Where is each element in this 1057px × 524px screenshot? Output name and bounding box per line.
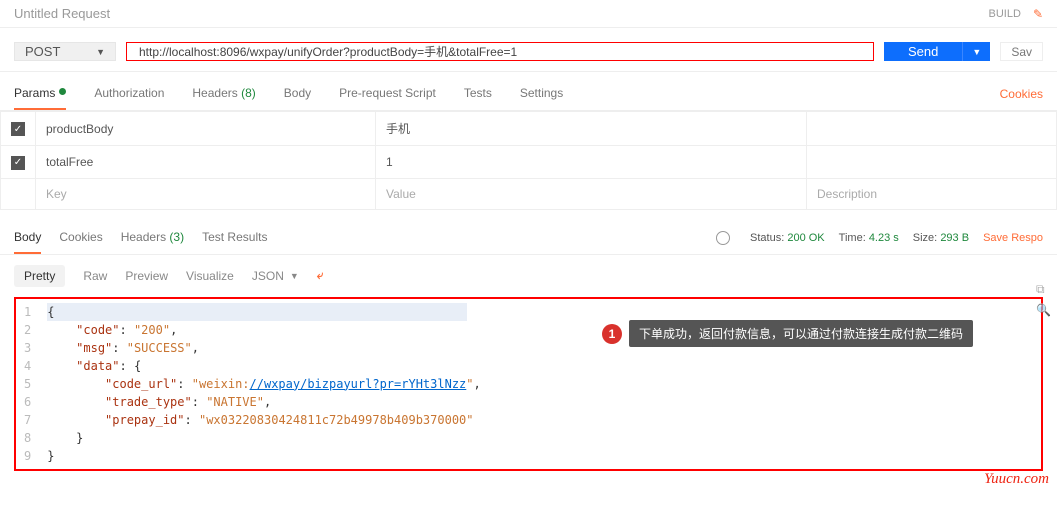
send-button[interactable]: Send [884,42,962,61]
url-input[interactable]: http://localhost:8096/wxpay/unifyOrder?p… [126,42,874,61]
chevron-down-icon: ▼ [972,47,981,57]
send-dropdown-button[interactable]: ▼ [962,42,990,61]
annotation-marker: 1 [602,324,622,344]
param-key-placeholder[interactable]: Key [36,178,376,209]
table-row: ✓ productBody 手机 [1,112,1057,146]
edit-icon[interactable]: ✎ [1033,7,1043,21]
time-label: Time: 4.23 s [839,232,899,244]
param-key-cell[interactable]: totalFree [36,146,376,179]
tab-settings[interactable]: Settings [520,78,563,110]
checkbox-checked[interactable]: ✓ [11,122,25,136]
tab-headers[interactable]: Headers (8) [192,78,255,110]
tab-prerequest[interactable]: Pre-request Script [339,78,436,110]
cookies-link[interactable]: Cookies [1000,87,1043,101]
table-row: ✓ totalFree 1 [1,146,1057,179]
line-numbers: 123456789 [16,299,39,469]
copy-icon[interactable]: ⧉ [1036,282,1051,297]
tab-authorization[interactable]: Authorization [94,78,164,110]
param-value-placeholder[interactable]: Value [376,178,807,209]
param-value-cell[interactable]: 1 [376,146,807,179]
resp-tab-body[interactable]: Body [14,222,41,254]
params-indicator-dot [59,88,66,95]
save-response-button[interactable]: Save Respo [983,232,1043,244]
http-method-select[interactable]: POST ▼ [14,42,116,61]
tab-body[interactable]: Body [284,78,311,110]
checkbox-checked[interactable]: ✓ [11,156,25,170]
format-select[interactable]: JSON ▼ [252,269,299,283]
resp-tab-cookies[interactable]: Cookies [59,222,102,254]
resp-tab-test-results[interactable]: Test Results [202,222,267,254]
status-label: Status: 200 OK [750,232,825,244]
search-icon[interactable]: 🔍 [1036,303,1051,317]
param-desc-cell[interactable] [807,146,1057,179]
view-pretty[interactable]: Pretty [14,265,65,287]
watermark: Yuucn.com [984,471,1049,488]
table-row-placeholder: Key Value Description [1,178,1057,209]
wrap-icon[interactable]: ⤶ [317,268,324,283]
view-preview[interactable]: Preview [125,269,168,283]
annotation-text: 下单成功，返回付款信息，可以通过付款连接生成付款二维码 [629,320,973,347]
annotation-arrow [468,328,618,330]
save-button[interactable]: Sav [1000,42,1043,61]
tab-params[interactable]: Params [14,78,66,110]
param-key-cell[interactable]: productBody [36,112,376,146]
request-title: Untitled Request [14,6,110,21]
method-value: POST [25,44,60,59]
resp-tab-headers[interactable]: Headers (3) [121,222,184,254]
url-value: http://localhost:8096/wxpay/unifyOrder?p… [139,43,517,60]
params-table: ✓ productBody 手机 ✓ totalFree 1 Key Value… [0,111,1057,210]
param-desc-cell[interactable] [807,112,1057,146]
view-visualize[interactable]: Visualize [186,269,234,283]
build-label[interactable]: BUILD [989,8,1021,20]
view-raw[interactable]: Raw [83,269,107,283]
tab-tests[interactable]: Tests [464,78,492,110]
globe-icon[interactable] [716,231,730,245]
param-value-cell[interactable]: 手机 [376,112,807,146]
chevron-down-icon: ▼ [290,271,299,281]
size-label: Size: 293 B [913,232,969,244]
chevron-down-icon: ▼ [96,47,105,57]
param-desc-placeholder[interactable]: Description [807,178,1057,209]
